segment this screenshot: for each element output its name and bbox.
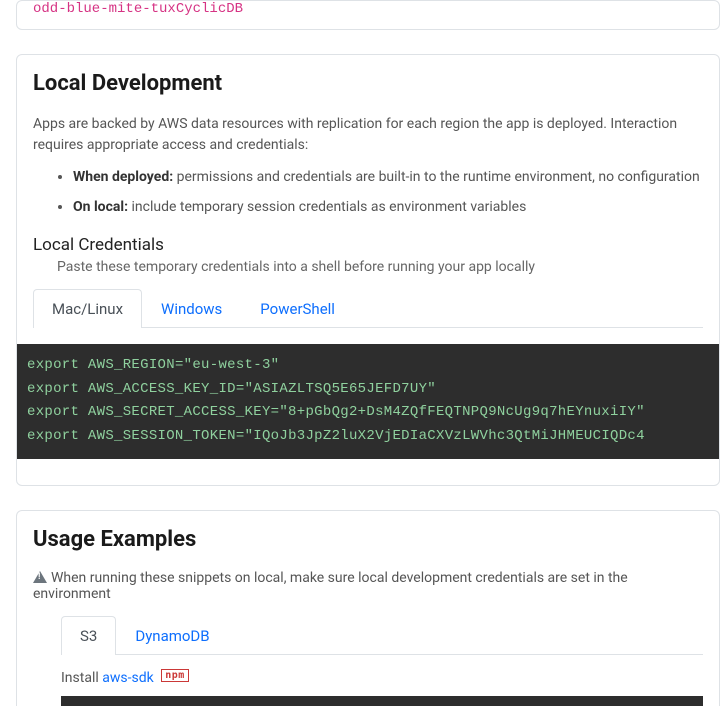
tab-dynamodb[interactable]: DynamoDB <box>116 616 228 655</box>
aws-sdk-link[interactable]: aws-sdk <box>102 670 153 686</box>
bullet-label: When deployed: <box>73 169 173 185</box>
bullet-label: On local: <box>73 199 128 215</box>
local-development-card: Local Development Apps are backed by AWS… <box>16 54 720 486</box>
usage-tabs: S3 DynamoDB <box>61 616 703 655</box>
shell-tabs: Mac/Linux Windows PowerShell <box>33 289 703 328</box>
tab-windows[interactable]: Windows <box>142 289 241 328</box>
local-dev-title: Local Development <box>33 71 703 96</box>
local-creds-title: Local Credentials <box>33 235 703 255</box>
list-item: On local: include temporary session cred… <box>73 196 703 218</box>
usage-title: Usage Examples <box>33 527 703 552</box>
credentials-terminal[interactable]: export AWS_REGION="eu-west-3" export AWS… <box>17 344 719 459</box>
usage-code-block[interactable] <box>61 696 703 706</box>
tab-s3[interactable]: S3 <box>61 616 116 655</box>
warning-icon <box>33 571 47 583</box>
local-dev-bullets: When deployed: permissions and credentia… <box>33 166 703 219</box>
usage-warning-text: When running these snippets on local, ma… <box>33 570 628 602</box>
usage-warning: When running these snippets on local, ma… <box>33 570 703 602</box>
bullet-text: include temporary session credentials as… <box>128 199 526 215</box>
bullet-text: permissions and credentials are built-in… <box>173 169 700 185</box>
local-creds-desc: Paste these temporary credentials into a… <box>57 259 703 275</box>
top-code-card: odd-blue-mite-tuxCyclicDB <box>16 0 720 30</box>
npm-badge-icon[interactable]: npm <box>161 669 189 682</box>
local-dev-intro: Apps are backed by AWS data resources wi… <box>33 114 703 156</box>
list-item: When deployed: permissions and credentia… <box>73 166 703 188</box>
install-prefix: Install <box>61 670 102 686</box>
tab-powershell[interactable]: PowerShell <box>241 289 354 328</box>
usage-examples-card: Usage Examples When running these snippe… <box>16 510 720 706</box>
tab-mac-linux[interactable]: Mac/Linux <box>33 289 142 328</box>
install-line: Install aws-sdk npm <box>61 669 703 686</box>
top-code-text: odd-blue-mite-tuxCyclicDB <box>17 1 719 29</box>
